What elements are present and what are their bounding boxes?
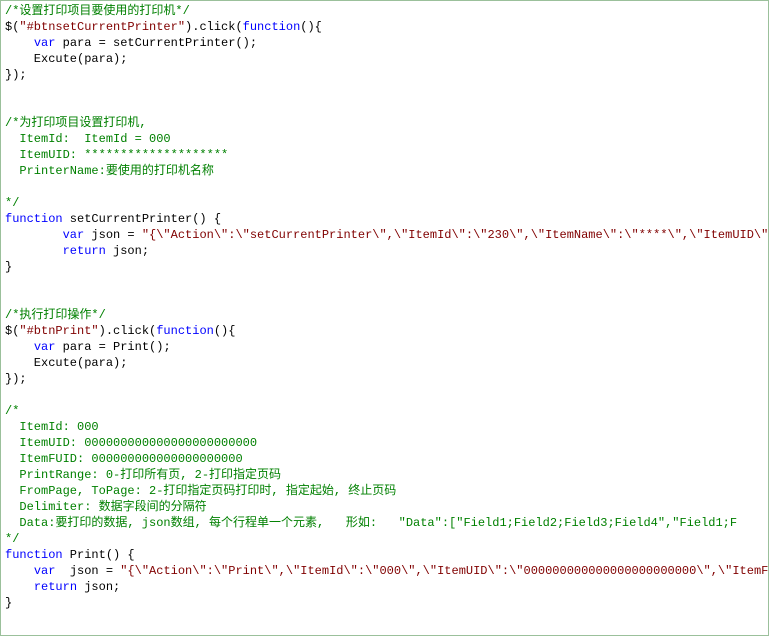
comment: /*执行打印操作*/ (5, 308, 106, 322)
code: json; (106, 244, 149, 258)
code (5, 36, 34, 50)
keyword-return: return (63, 244, 106, 258)
code: (){ (300, 20, 322, 34)
keyword-var: var (63, 228, 85, 242)
code: }); (5, 372, 27, 386)
code: $( (5, 20, 19, 34)
code (5, 580, 34, 594)
code: ).click( (185, 20, 243, 34)
code: } (5, 596, 12, 610)
keyword-function: function (156, 324, 214, 338)
keyword-var: var (34, 36, 56, 50)
code: }); (5, 68, 27, 82)
code: setCurrentPrinter() { (63, 212, 221, 226)
comment: FromPage, ToPage: 2-打印指定页码打印时, 指定起始, 终止页… (5, 484, 396, 498)
code-block: /*设置打印项目要使用的打印机*/ $("#btnsetCurrentPrint… (0, 0, 769, 636)
keyword-var: var (34, 340, 56, 354)
comment: /*为打印项目设置打印机, (5, 116, 147, 130)
comment: PrinterName:要使用的打印机名称 (5, 164, 214, 178)
code: json; (77, 580, 120, 594)
code: para = Print(); (55, 340, 170, 354)
keyword-var: var (34, 564, 56, 578)
comment: PrintRange: 0-打印所有页, 2-打印指定页码 (5, 468, 281, 482)
code (5, 564, 34, 578)
code: ).click( (99, 324, 157, 338)
code: Excute(para); (5, 52, 127, 66)
comment: ItemId: 000 (5, 420, 99, 434)
comment: ItemFUID: 000000000000000000000 (5, 452, 243, 466)
code (5, 228, 63, 242)
keyword-return: return (34, 580, 77, 594)
string: "{\"Action\":\"setCurrentPrinter\",\"Ite… (142, 228, 769, 242)
code: (){ (214, 324, 236, 338)
code (5, 340, 34, 354)
comment: /* (5, 404, 19, 418)
string: "#btnsetCurrentPrinter" (19, 20, 185, 34)
code (5, 244, 63, 258)
comment: ItemUID: 000000000000000000000000 (5, 436, 257, 450)
comment: */ (5, 196, 19, 210)
code: } (5, 260, 12, 274)
code: json = (84, 228, 142, 242)
comment: ItemId: ItemId = 000 (5, 132, 171, 146)
code: $( (5, 324, 19, 338)
comment: Delimiter: 数据字段间的分隔符 (5, 500, 207, 514)
comment: ItemUID: ******************** (5, 148, 228, 162)
string: "{\"Action\":\"Print\",\"ItemId\":\"000\… (120, 564, 769, 578)
code: Print() { (63, 548, 135, 562)
string: "#btnPrint" (19, 324, 98, 338)
keyword-function: function (5, 548, 63, 562)
code: Excute(para); (5, 356, 127, 370)
comment: */ (5, 532, 19, 546)
comment: /*设置打印项目要使用的打印机*/ (5, 4, 190, 18)
keyword-function: function (5, 212, 63, 226)
comment: Data:要打印的数据, json数组, 每个行程单一个元素, 形如: "Dat… (5, 516, 737, 530)
keyword-function: function (243, 20, 301, 34)
code: json = (55, 564, 120, 578)
code: para = setCurrentPrinter(); (55, 36, 257, 50)
